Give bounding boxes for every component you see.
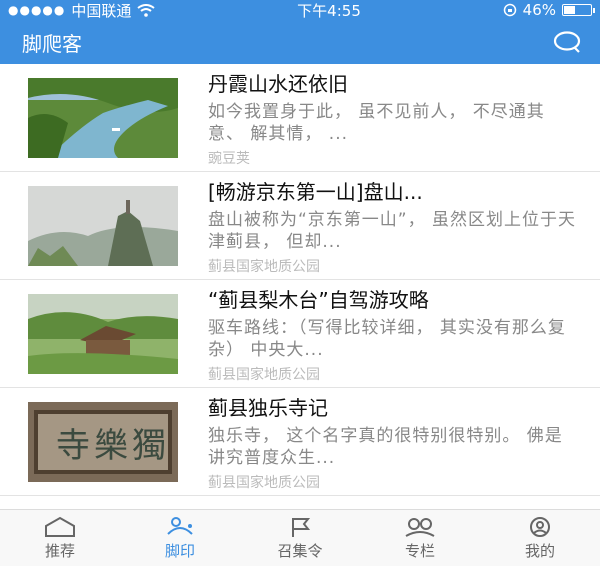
article-source: 豌豆荚 <box>208 150 250 167</box>
list-item[interactable]: [畅游京东第一山]盘山... 盘山被称为“京东第一山”， 虽然区划上位于天津蓟县… <box>0 172 600 280</box>
tab-rally[interactable]: 召集令 <box>240 510 360 566</box>
tab-label: 推荐 <box>44 541 75 560</box>
signal-dots: ●●●●● <box>8 3 66 17</box>
svg-text:樂: 樂 <box>94 426 128 466</box>
carrier-label: 中国联通 <box>71 1 132 20</box>
article-snippet: 盘山被称为“京东第一山”， 虽然区划上位于天津蓟县， 但却... <box>208 209 577 252</box>
group-icon <box>405 517 435 537</box>
tab-label: 专栏 <box>404 541 435 560</box>
app-header: 脚爬客 <box>0 20 600 64</box>
list-item[interactable]: “蓟县梨木台”自驾游攻略 驱车路线：（写得比较详细， 其实没有那么复杂） 中央大… <box>0 280 600 388</box>
footprint-icon <box>167 516 193 535</box>
battery-icon <box>562 4 595 16</box>
home-icon <box>45 516 75 537</box>
article-snippet: 驱车路线：（写得比较详细， 其实没有那么复杂） 中央大... <box>208 317 566 360</box>
thumbnail-temple-plaque: 寺 樂 獨 <box>28 401 178 482</box>
tab-label: 召集令 <box>277 541 323 560</box>
svg-text:寺: 寺 <box>56 426 90 466</box>
list-item[interactable]: 丹霞山水还依旧 如今我置身于此， 虽不见前人， 不尽通其意、 解其情， ... … <box>0 64 600 172</box>
thumbnail-wooden-pavilion <box>28 293 178 374</box>
tab-label: 我的 <box>524 541 555 560</box>
article-title: “蓟县梨木台”自驾游攻略 <box>208 287 429 312</box>
article-source: 蓟县国家地质公园 <box>208 258 320 275</box>
wifi-icon <box>137 3 155 17</box>
profile-icon <box>530 516 550 537</box>
article-list: 丹霞山水还依旧 如今我置身于此， 虽不见前人， 不尽通其意、 解其情， ... … <box>0 64 600 496</box>
article-source: 蓟县国家地质公园 <box>208 366 320 383</box>
article-title: [畅游京东第一山]盘山... <box>208 179 423 204</box>
list-item[interactable]: 寺 樂 獨 蓟县独乐寺记 独乐寺， 这个名字真的很特别很特别。 佛是讲究普度众生… <box>0 388 600 496</box>
battery-percent: 46% <box>522 1 556 19</box>
tab-mine[interactable]: 我的 <box>480 510 600 566</box>
thumbnail-misty-mountain <box>28 185 178 266</box>
article-title: 丹霞山水还依旧 <box>208 71 348 96</box>
tab-recommend[interactable]: 推荐 <box>0 510 120 566</box>
tab-column[interactable]: 专栏 <box>360 510 480 566</box>
tab-footprint[interactable]: 脚印 <box>120 510 240 566</box>
svg-text:獨: 獨 <box>132 426 166 466</box>
article-snippet: 独乐寺， 这个名字真的很特别很特别。 佛是讲究普度众生... <box>208 425 563 468</box>
clock: 下午4:55 <box>297 1 361 20</box>
rotation-lock-icon <box>503 3 516 17</box>
article-source: 蓟县国家地质公园 <box>208 474 320 491</box>
search-icon[interactable] <box>552 31 582 53</box>
flag-icon <box>292 517 311 537</box>
bottom-tab-bar: 推荐 脚印 召集令 专栏 我的 <box>0 509 600 566</box>
article-title: 蓟县独乐寺记 <box>208 395 328 420</box>
status-bar: ●●●●● 中国联通 下午4:55 46% <box>0 0 600 20</box>
article-snippet: 如今我置身于此， 虽不见前人， 不尽通其意、 解其情， ... <box>208 101 545 144</box>
app-title: 脚爬客 <box>22 31 82 56</box>
thumbnail-river <box>28 77 178 158</box>
tab-label: 脚印 <box>164 541 195 560</box>
